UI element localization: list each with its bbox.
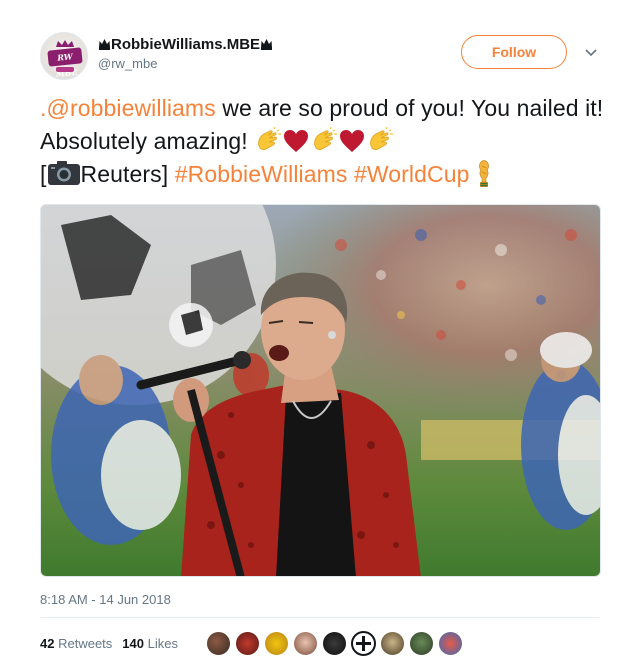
likes-label: Likes — [147, 636, 178, 651]
liker-avatar[interactable] — [409, 631, 434, 656]
tweet-header: RW MBE RobbieWilliams.MBE @rw_mbe Follow — [40, 32, 600, 82]
author-names[interactable]: RobbieWilliams.MBE @rw_mbe — [98, 35, 273, 73]
liker-avatar[interactable] — [380, 631, 405, 656]
liker-avatar[interactable] — [264, 631, 289, 656]
liker-avatar[interactable] — [235, 631, 260, 656]
liker-avatar[interactable] — [322, 631, 347, 656]
chevron-down-icon[interactable] — [584, 45, 598, 59]
photo-image — [41, 205, 600, 576]
tweet-photo[interactable] — [40, 204, 601, 577]
likes-count: 140 — [122, 636, 144, 651]
crown-emoji-icon — [99, 39, 110, 50]
plus-logo-icon — [356, 636, 371, 651]
avatar-logo-text: RW MBE — [47, 47, 83, 79]
retweets-label: Retweets — [58, 636, 113, 651]
tweet-timestamp[interactable]: 8:18 AM - 14 Jun 2018 — [40, 592, 171, 607]
author-display-name[interactable]: RobbieWilliams.MBE — [98, 35, 273, 55]
follow-button[interactable]: Follow — [461, 35, 567, 69]
hashtag-robbiewilliams[interactable]: #RobbieWilliams — [175, 161, 348, 187]
photo-credit: Reuters] — [80, 161, 175, 187]
retweets-count: 42 — [40, 636, 55, 651]
mention-link[interactable]: .@robbiewilliams — [40, 95, 216, 121]
liker-avatar[interactable] — [206, 631, 231, 656]
crown-emoji-icon — [261, 39, 273, 50]
red-heart-icon — [338, 127, 366, 155]
liker-avatar[interactable] — [351, 631, 376, 656]
author-handle[interactable]: @rw_mbe — [98, 55, 273, 73]
clapping-hands-icon — [366, 127, 394, 155]
likes-stat[interactable]: 140 Likes — [122, 636, 178, 651]
avatar-ribbon — [56, 67, 74, 72]
clapping-hands-icon — [254, 127, 282, 155]
red-heart-icon — [282, 127, 310, 155]
camera-icon — [47, 160, 81, 186]
tweet-text: .@robbiewilliams we are so proud of you!… — [40, 92, 610, 191]
world-cup-trophy-icon — [476, 160, 492, 188]
liker-avatar[interactable] — [293, 631, 318, 656]
retweets-stat[interactable]: 42 Retweets — [40, 636, 112, 651]
hashtag-worldcup[interactable]: #WorldCup — [354, 161, 470, 187]
author-avatar[interactable]: RW MBE — [40, 32, 88, 80]
divider — [40, 617, 600, 618]
liker-avatar[interactable] — [438, 631, 463, 656]
display-name-text: RobbieWilliams.MBE — [111, 36, 261, 53]
clapping-hands-icon — [310, 127, 338, 155]
tweet-stats: 42 Retweets 140 Likes — [40, 636, 178, 651]
crown-icon — [56, 40, 74, 47]
